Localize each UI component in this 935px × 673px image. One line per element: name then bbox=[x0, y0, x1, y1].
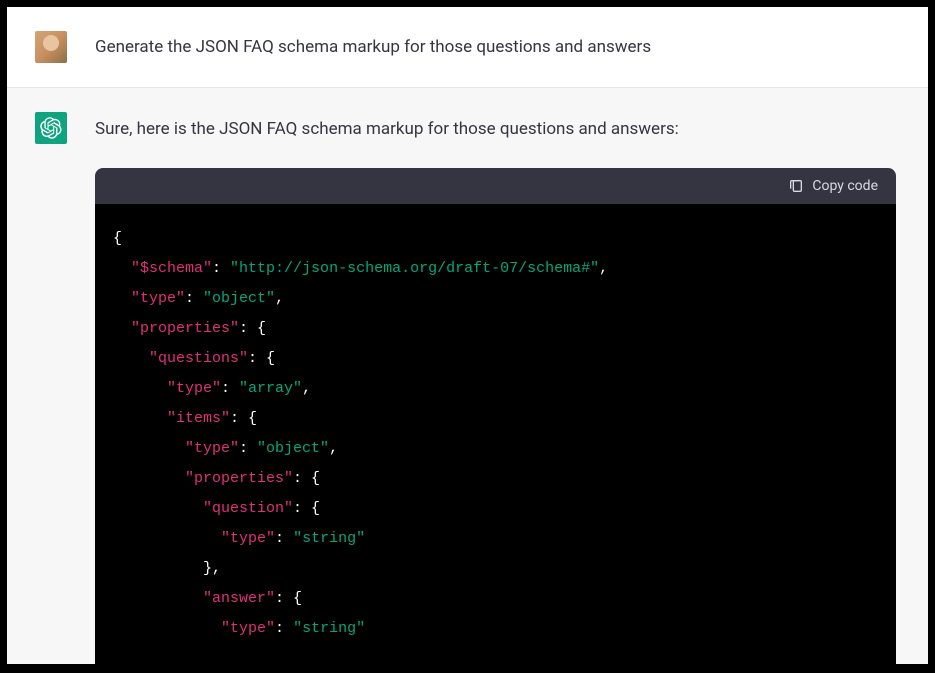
openai-logo-icon bbox=[40, 117, 62, 139]
user-message-text: Generate the JSON FAQ schema markup for … bbox=[95, 31, 651, 61]
clipboard-icon bbox=[788, 178, 804, 194]
copy-code-button[interactable]: Copy code bbox=[788, 178, 878, 194]
user-avatar bbox=[35, 31, 67, 63]
code-block: Copy code { "$schema": "http://json-sche… bbox=[95, 168, 896, 664]
code-block-header: Copy code bbox=[95, 168, 896, 204]
assistant-message-text: Sure, here is the JSON FAQ schema markup… bbox=[95, 112, 679, 143]
copy-code-label: Copy code bbox=[812, 178, 878, 194]
user-message-row: Generate the JSON FAQ schema markup for … bbox=[7, 7, 928, 87]
assistant-avatar bbox=[35, 112, 67, 144]
code-block-body[interactable]: { "$schema": "http://json-schema.org/dra… bbox=[95, 204, 896, 664]
assistant-message-row: Sure, here is the JSON FAQ schema markup… bbox=[7, 87, 928, 664]
